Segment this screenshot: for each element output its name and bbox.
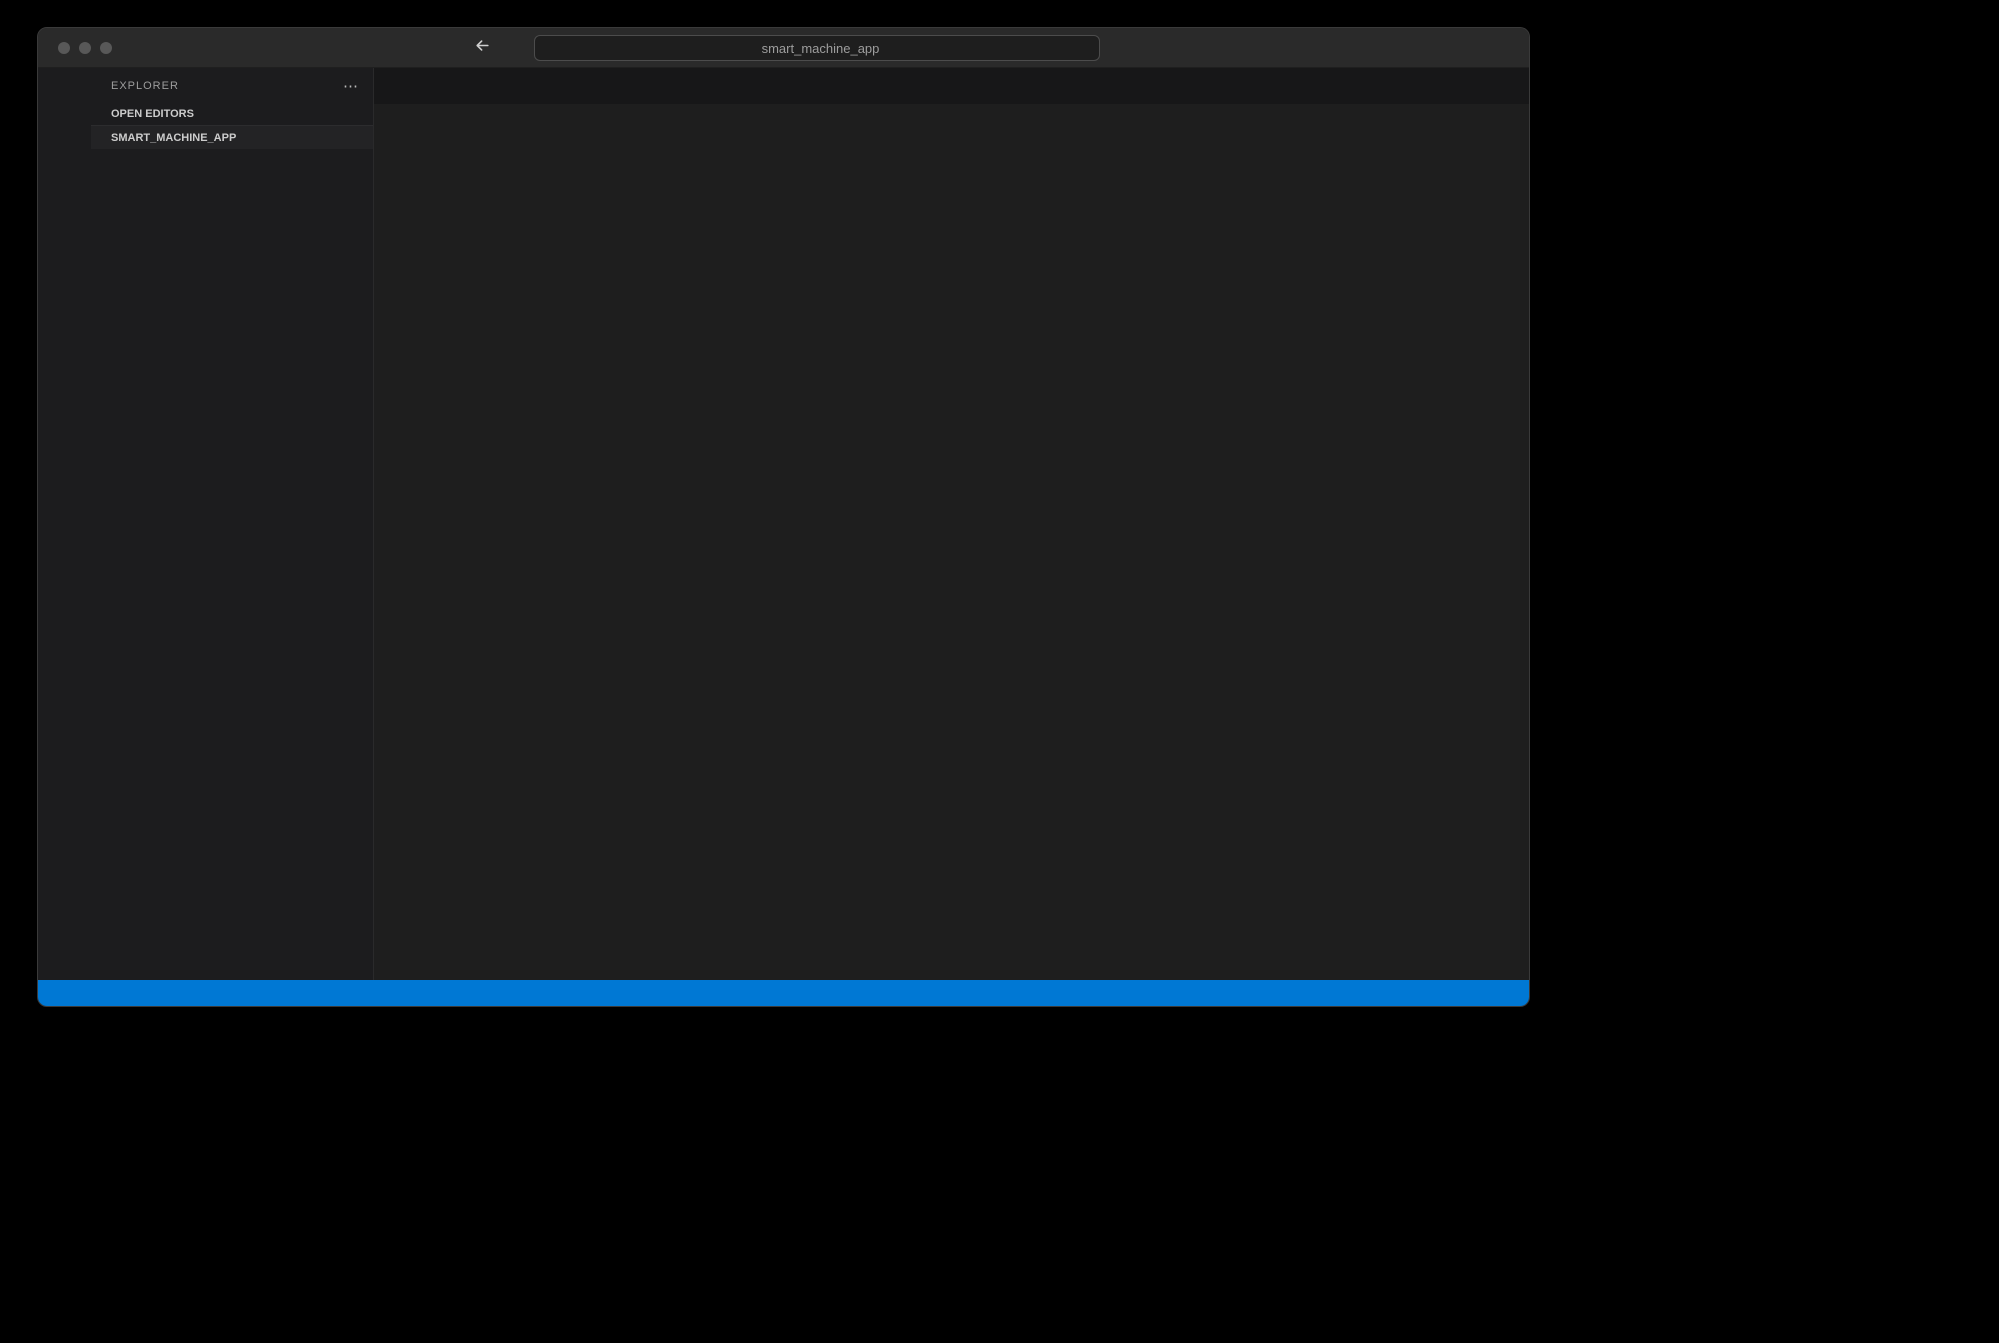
close-window-button[interactable] <box>58 42 70 54</box>
open-editors-label: OPEN EDITORS <box>111 108 194 120</box>
activity-bar <box>38 68 91 980</box>
zoom-window-button[interactable] <box>100 42 112 54</box>
activity-bar-spacer <box>38 70 91 980</box>
back-icon[interactable] <box>474 37 491 59</box>
project-label: SMART_MACHINE_APP <box>111 132 236 144</box>
open-editors-header[interactable]: OPEN EDITORS <box>91 103 373 125</box>
history-navigation <box>474 28 507 68</box>
chevron-down-icon <box>95 130 111 146</box>
code-editor[interactable] <box>445 128 1529 980</box>
explorer-sidebar: EXPLORER ⋯ OPEN EDITORS SMART_MACHINE_AP… <box>91 68 374 980</box>
sidebar-title-row: EXPLORER ⋯ <box>91 68 373 103</box>
chevron-down-icon <box>95 106 111 122</box>
status-bar <box>38 980 1529 1006</box>
workbench: EXPLORER ⋯ OPEN EDITORS SMART_MACHINE_AP… <box>38 68 1529 980</box>
editor-area <box>374 68 1529 980</box>
more-actions-icon[interactable]: ⋯ <box>343 77 359 95</box>
code-region <box>374 128 1529 980</box>
search-text: smart_machine_app <box>762 41 880 56</box>
minimize-window-button[interactable] <box>79 42 91 54</box>
line-numbers-gutter[interactable] <box>374 128 445 980</box>
command-center-search[interactable]: smart_machine_app <box>534 35 1100 61</box>
project-header[interactable]: SMART_MACHINE_APP <box>91 125 373 149</box>
sidebar-title: EXPLORER <box>111 80 179 92</box>
tab-bar <box>374 68 1529 104</box>
breadcrumb <box>374 104 1529 128</box>
titlebar: smart_machine_app <box>38 28 1529 68</box>
vscode-window: smart_machine_app EXPLORER ⋯ OPEN EDITOR… <box>37 27 1530 1007</box>
window-controls <box>58 42 112 54</box>
